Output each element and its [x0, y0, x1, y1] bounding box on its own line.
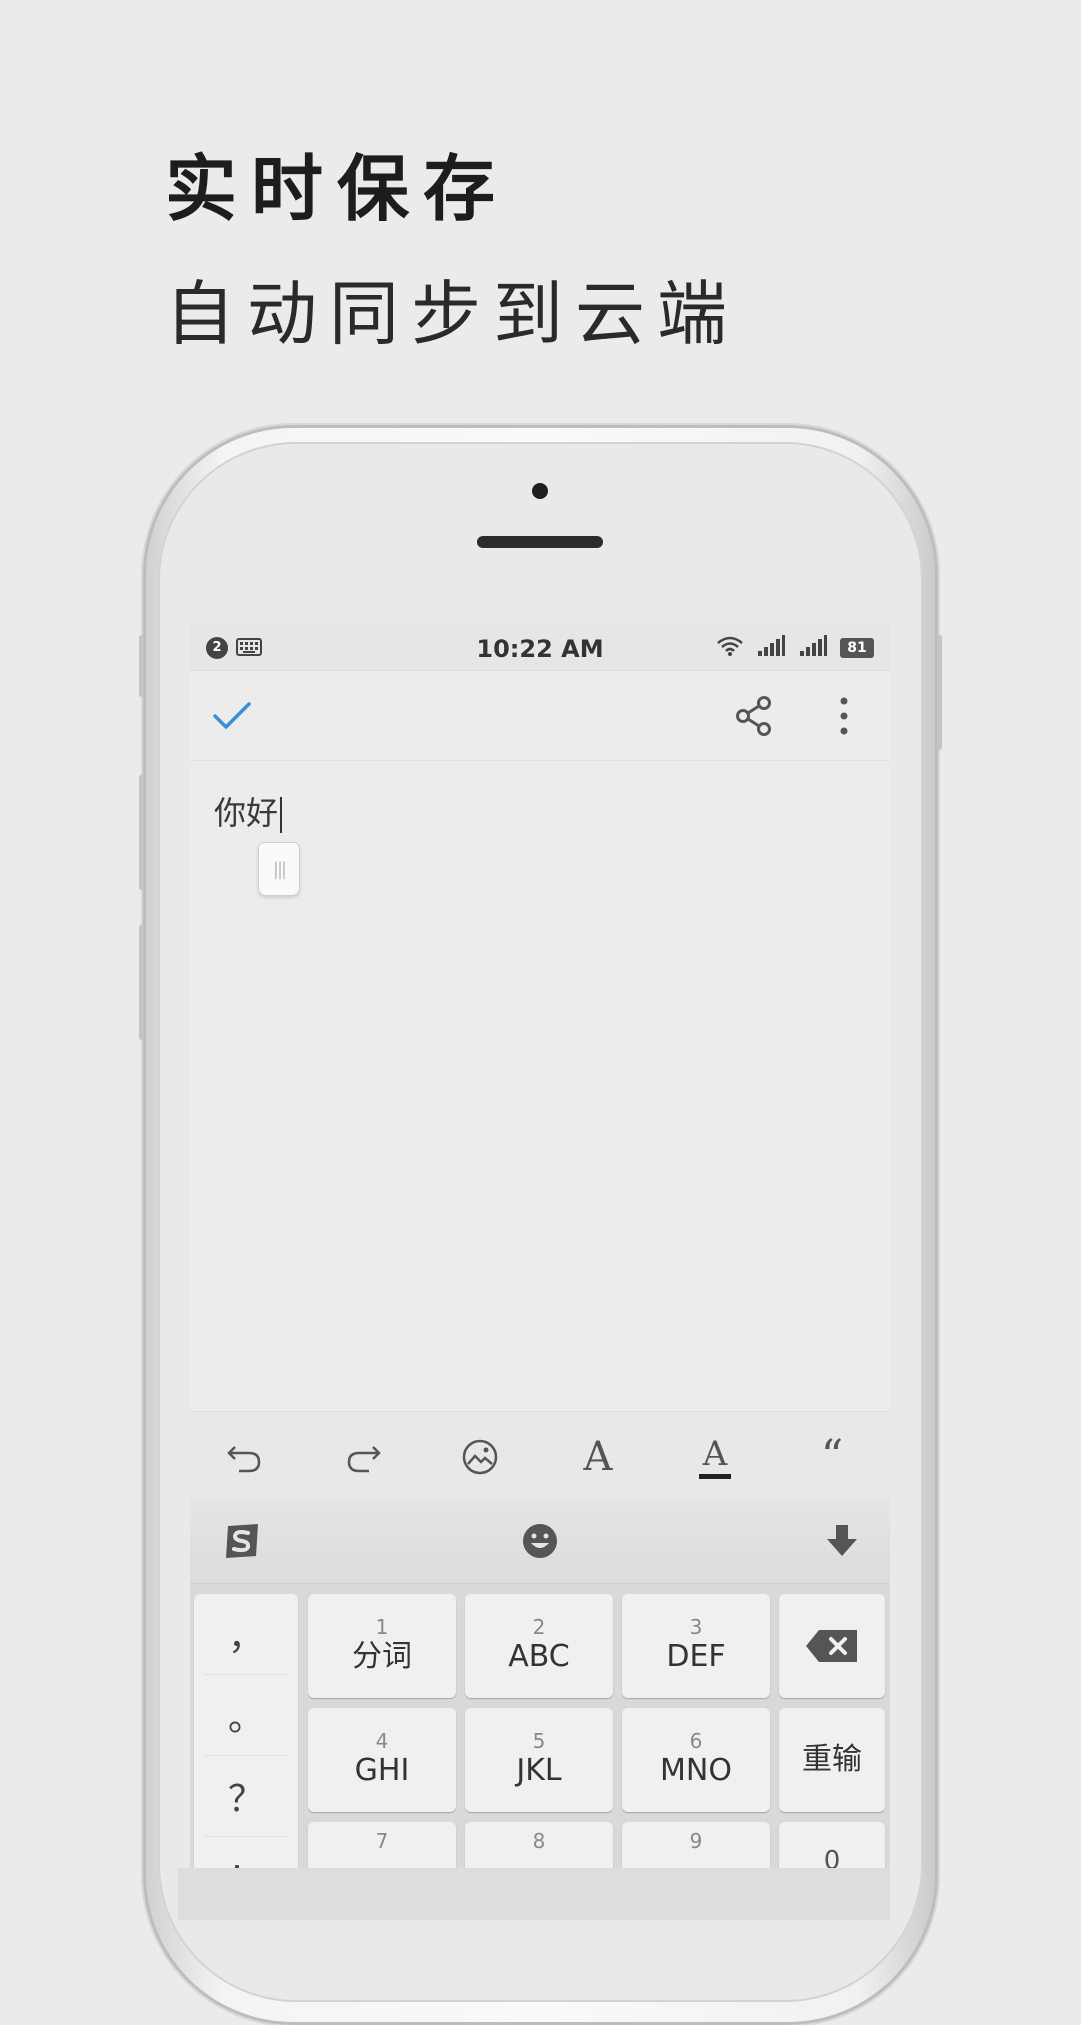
cursor-handle[interactable]: ||| — [258, 842, 300, 896]
punct-question-key[interactable]: ？ — [204, 1756, 288, 1837]
promo-title: 实时保存 — [165, 147, 510, 231]
undo-button[interactable] — [220, 1432, 270, 1482]
sogou-logo-icon — [226, 1524, 258, 1558]
font-style-button[interactable]: A — [573, 1432, 623, 1482]
note-text-area[interactable]: 你好 — [214, 788, 283, 834]
image-icon — [462, 1439, 498, 1475]
signal-2-icon — [798, 635, 828, 661]
note-content: 你好 — [214, 794, 279, 832]
text-color-glyph: A — [702, 1433, 728, 1474]
key-number: 1 — [375, 1615, 389, 1639]
mute-switch — [139, 635, 144, 697]
key-label: ABC — [508, 1639, 570, 1674]
done-check-button[interactable] — [208, 692, 256, 740]
key-number: 3 — [689, 1615, 703, 1639]
key-label: MNO — [660, 1753, 732, 1788]
key-label: GHI — [354, 1753, 410, 1788]
text-color-button[interactable]: A — [690, 1432, 740, 1482]
undo-icon — [227, 1446, 261, 1473]
insert-image-button[interactable] — [455, 1432, 505, 1482]
text-color-underline — [699, 1473, 731, 1479]
sogou-menu-button[interactable] — [218, 1517, 266, 1565]
more-options-button[interactable] — [820, 692, 868, 740]
key-5[interactable]: 5 JKL — [465, 1708, 613, 1812]
redo-icon — [347, 1446, 381, 1473]
note-editor[interactable]: 你好 ||| — [190, 760, 890, 1460]
key-3[interactable]: 3 DEF — [622, 1594, 770, 1698]
font-icon: A — [583, 1434, 613, 1480]
hide-keyboard-button[interactable] — [818, 1517, 866, 1565]
front-camera — [532, 483, 548, 499]
text-caret — [280, 797, 283, 833]
key-number: 7 — [375, 1829, 389, 1853]
status-bar: 2 10:22 AM 81 — [190, 624, 890, 671]
format-toolbar: A A “ — [190, 1411, 890, 1501]
redo-button[interactable] — [338, 1432, 388, 1482]
wifi-icon — [716, 635, 744, 661]
volume-up-button — [139, 775, 144, 890]
earpiece-speaker — [477, 536, 603, 548]
punct-comma-key[interactable]: ， — [204, 1594, 288, 1675]
key-number: 4 — [375, 1729, 389, 1753]
share-button[interactable] — [730, 692, 778, 740]
retype-key[interactable]: 重输 — [779, 1708, 885, 1812]
key-2[interactable]: 2 ABC — [465, 1594, 613, 1698]
more-vertical-icon — [840, 697, 848, 735]
key-label: DEF — [666, 1639, 726, 1674]
battery-icon: 81 — [840, 638, 874, 658]
text-color-icon: A — [699, 1436, 731, 1479]
editor-toolbar — [190, 670, 890, 761]
key-4[interactable]: 4 GHI — [308, 1708, 456, 1812]
quote-icon: “ — [820, 1431, 844, 1482]
power-button — [937, 635, 942, 750]
key-number: 5 — [532, 1729, 546, 1753]
backspace-key[interactable] — [779, 1594, 885, 1698]
key-6[interactable]: 6 MNO — [622, 1708, 770, 1812]
key-number: 6 — [689, 1729, 703, 1753]
retype-label: 重输 — [802, 1742, 862, 1777]
key-number: 2 — [532, 1615, 546, 1639]
key-number: 8 — [532, 1829, 546, 1853]
promo-subtitle: 自动同步到云端 — [165, 273, 739, 355]
share-icon — [736, 696, 771, 736]
key-1[interactable]: 1 分词 — [308, 1594, 456, 1698]
hide-keyboard-icon — [827, 1525, 857, 1556]
status-indicators: 81 — [716, 635, 874, 661]
emoji-button[interactable] — [516, 1517, 564, 1565]
ime-toolbar — [190, 1499, 890, 1584]
key-label: JKL — [516, 1753, 562, 1788]
phone-screen: 2 10:22 AM 81 你好 ||| A A “ ， 。 ？ 1 分词 2 … — [190, 624, 890, 1920]
check-icon — [213, 702, 251, 729]
bottom-overlay-bar — [178, 1868, 890, 1920]
quote-button[interactable]: “ — [807, 1432, 857, 1482]
key-label: 分词 — [352, 1639, 412, 1674]
volume-down-button — [139, 925, 144, 1040]
key-number: 9 — [689, 1829, 703, 1853]
signal-1-icon — [756, 635, 786, 661]
emoji-icon — [523, 1524, 557, 1558]
backspace-icon — [806, 1630, 857, 1662]
punct-period-key[interactable]: 。 — [204, 1675, 288, 1756]
